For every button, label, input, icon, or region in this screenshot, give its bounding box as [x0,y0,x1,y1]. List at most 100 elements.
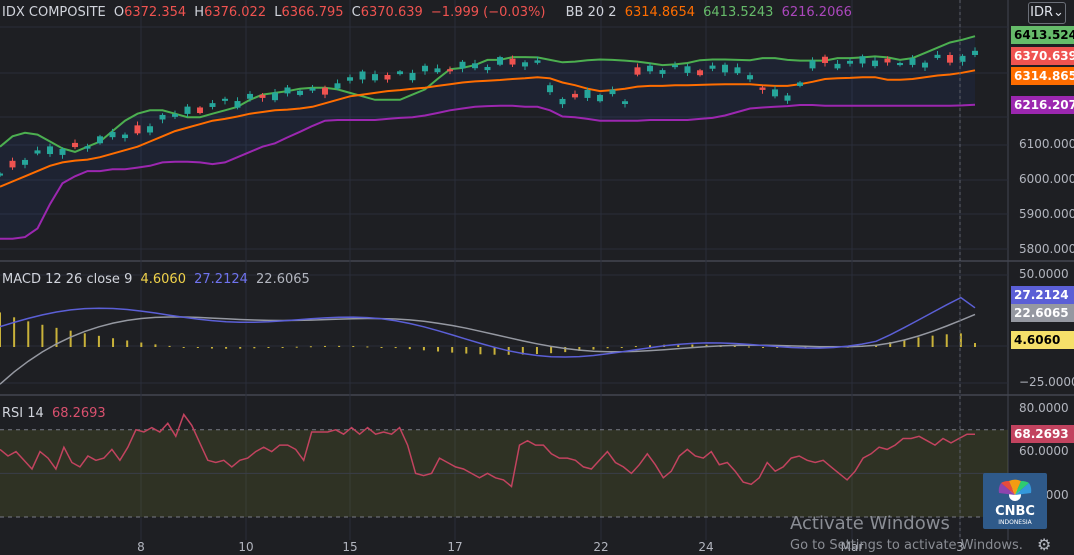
candle-body [622,101,628,104]
rsi-legend: RSI 14 68.2693 [2,406,110,421]
currency-button[interactable]: IDR⌄ [1028,2,1066,24]
bb-lower-value: 6216.2066 [781,5,852,20]
candle-body [459,61,466,69]
candle-body [422,65,428,72]
bb-label[interactable]: BB 20 2 [566,5,617,20]
macd-histogram-bar [465,347,468,354]
open-label: O [113,5,125,20]
candle-body [397,71,403,75]
macd-histogram-bar [338,345,341,347]
macd-histogram-bar [97,335,100,347]
hist-value-tag: 4.6060 [1011,331,1074,349]
macd-histogram-bar [112,338,115,347]
macd-histogram-bar [691,344,694,347]
macd-histogram-bar [550,347,553,354]
candle-body [372,74,378,81]
bb-upper-value: 6413.5243 [703,5,774,20]
macd-histogram-bar [974,343,976,347]
candle-body [359,71,366,80]
candle-body [472,63,478,69]
candle-body [972,50,978,55]
candle-body [84,146,91,149]
bb-lower-tag: 6216.207 [1011,96,1074,114]
macd-label[interactable]: MACD 12 26 close 9 [2,272,132,287]
candle-body [559,98,566,105]
price-axis-label: 5800.000 [1019,242,1074,256]
candle-body [784,95,791,101]
candle-body [109,131,116,138]
candle-body [634,67,641,75]
macd-histogram-bar [762,347,765,348]
macd-histogram-bar [606,347,609,349]
candle-body [797,82,803,86]
macd-histogram-bar [295,346,298,348]
candle-body [22,159,28,165]
candle-body [234,101,241,108]
macd-histogram-bar [422,347,425,351]
candle-body [0,173,3,176]
bb-upper-tag: 6413.524 [1011,26,1074,44]
candle-body [134,125,141,134]
candle-body [772,89,778,97]
high-label: H [194,5,205,20]
macd-histogram-bar [931,335,934,347]
candle-body [259,94,266,98]
logo-region: INDONESIA [998,519,1032,526]
rsi-axis-label: 60.0000 [1019,444,1069,458]
macd-histogram-bar [451,347,454,353]
candle-body [34,150,41,154]
macd-histogram-bar [324,345,326,347]
candle-body [497,57,503,65]
candle-body [672,65,678,68]
brand-logo: CNBC INDONESIA [983,473,1047,529]
candle-body [859,56,866,64]
candle-body [847,60,853,64]
candle-body [822,56,828,63]
candle-body [209,103,216,107]
macd-histogram-bar [0,312,1,347]
candle-body [9,160,16,168]
candle-body [747,75,753,80]
macd-histogram-bar [267,347,270,348]
candle-body [897,62,903,66]
macd-histogram-bar [253,347,256,349]
macd-histogram-bar [945,334,948,347]
candle-body [722,64,728,73]
candle-body [122,134,128,139]
x-axis-label: 15 [342,540,358,554]
candle-body [384,74,391,80]
candle-body [284,87,291,94]
settings-gear-icon[interactable]: ⚙ [1037,535,1051,554]
candle-body [322,87,328,95]
macd-histogram-bar [747,346,750,348]
bb-mid-tag: 6314.865 [1011,67,1074,85]
logo-brand: CNBC [995,504,1035,519]
macd-value: 27.2124 [194,272,248,287]
rsi-value: 68.2693 [51,406,106,421]
candle-body [484,66,491,71]
candle-body [947,54,953,63]
rsi-label[interactable]: RSI 14 [2,406,44,421]
symbol-name[interactable]: IDX COMPOSITE [2,5,106,20]
macd-histogram-bar [366,346,369,348]
candle-body [872,60,878,67]
macd-histogram-bar [309,346,312,348]
candle-body [97,136,103,144]
candle-body [59,148,66,155]
macd-histogram-bar [140,342,143,347]
candle-body [547,85,553,93]
macd-histogram-bar [83,333,86,347]
macd-hist-value: 4.6060 [140,272,186,287]
candle-body [834,63,841,69]
activation-watermark-title: Activate Windows [790,513,950,534]
close-value: 6370.639 [360,5,423,20]
rsi-axis-label: 80.0000 [1019,401,1069,415]
macd-histogram-bar [592,347,595,350]
candle-body [647,65,653,72]
macd-histogram-bar [210,347,213,349]
macd-legend: MACD 12 26 close 9 4.6060 27.2124 22.606… [2,272,314,287]
candle-body [47,146,53,155]
candle-body [709,65,716,69]
candle-body [609,89,616,95]
x-axis-label: 24 [698,540,714,554]
